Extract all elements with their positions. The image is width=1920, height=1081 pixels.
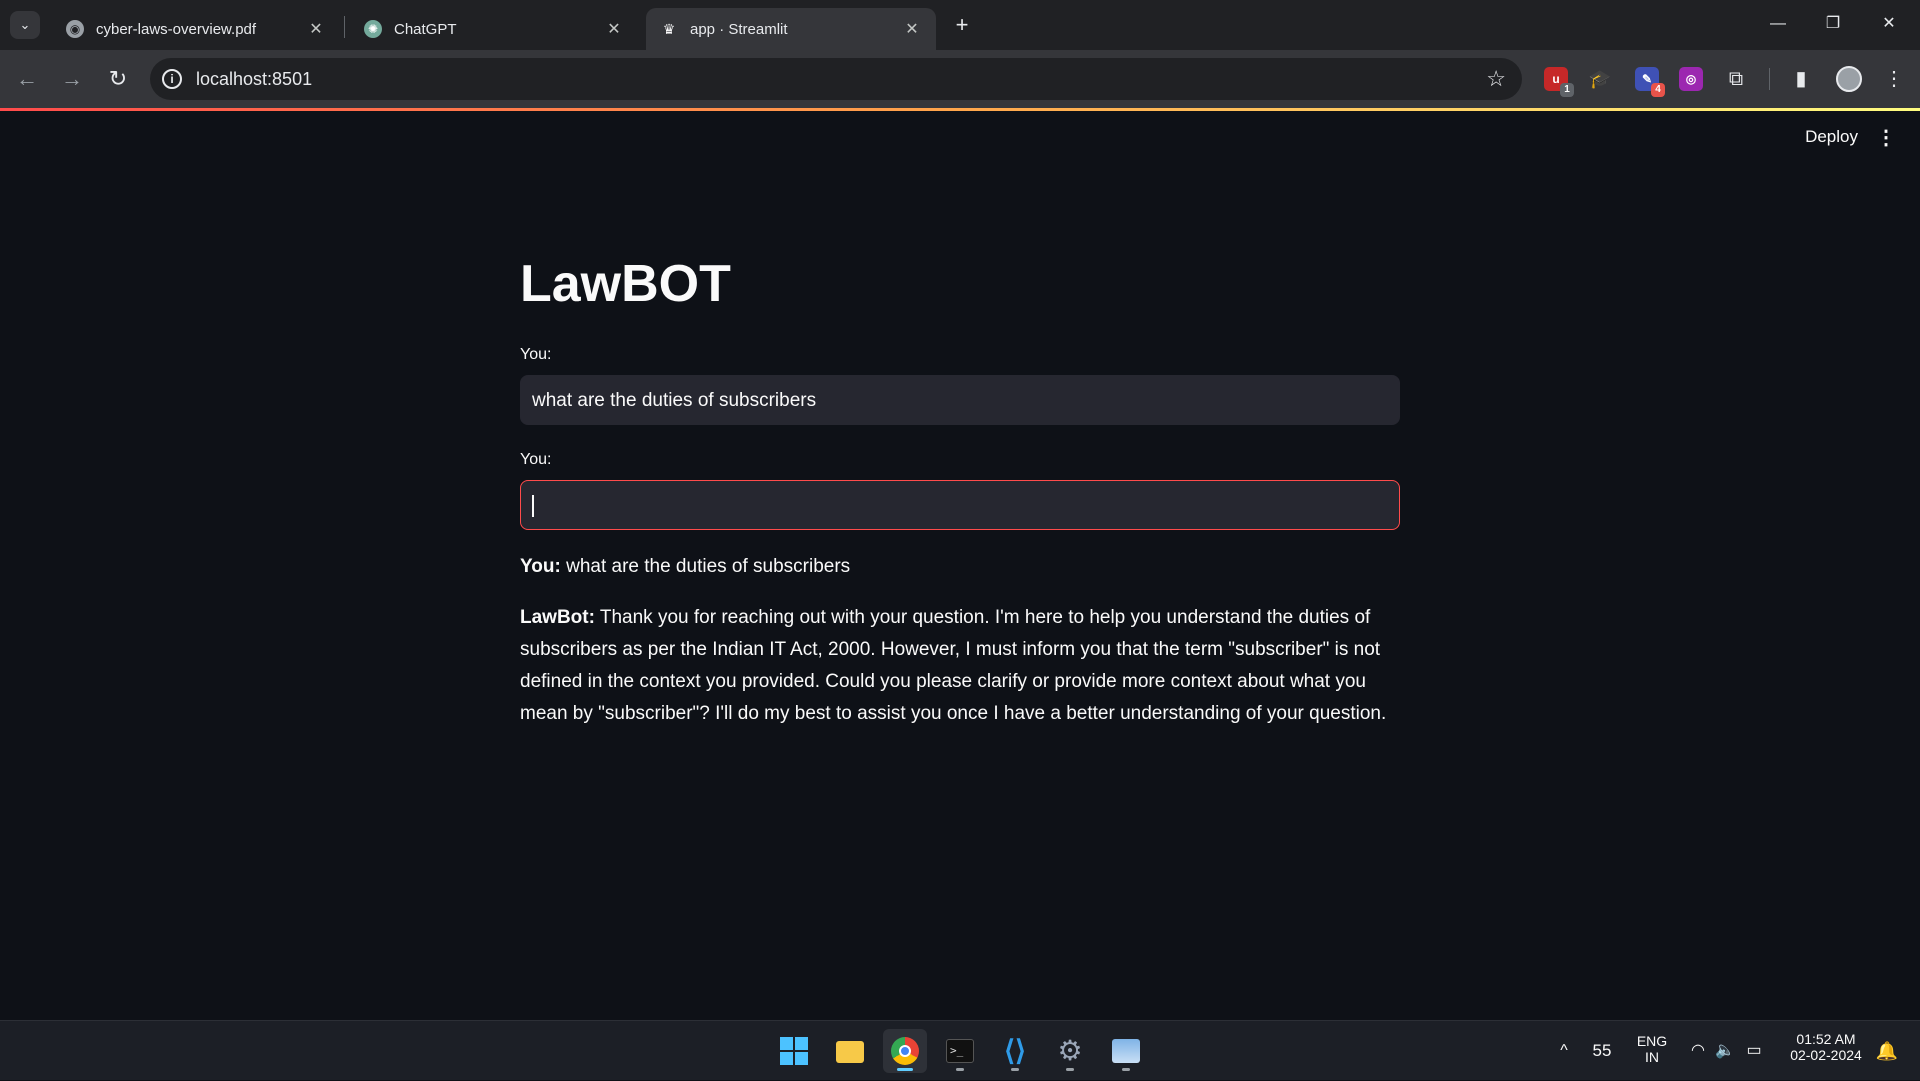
chrome-taskbar-button[interactable]: [883, 1029, 927, 1073]
clock-date: 02-02-2024: [1790, 1047, 1862, 1063]
back-icon[interactable]: ←: [12, 64, 42, 94]
tab-separator: [344, 16, 345, 38]
windows-taskbar: >_ ⟨⟩ ⚙ ^ 55 ENG IN ◠ 🔈 ▭ 01:52 AM 02-02…: [0, 1020, 1920, 1080]
photos-button[interactable]: [1104, 1029, 1148, 1073]
input2-label: You:: [520, 451, 552, 468]
close-icon[interactable]: ✕: [902, 19, 922, 39]
language-indicator[interactable]: ENG IN: [1627, 1033, 1677, 1073]
battery-icon[interactable]: ▭: [1742, 1021, 1766, 1081]
bot-message-prefix: LawBot:: [520, 607, 595, 628]
streamlit-crown-icon: ♛: [662, 21, 676, 37]
running-indicator: [897, 1068, 913, 1071]
extension-blue-icon[interactable]: ✎ 4: [1635, 67, 1665, 97]
running-indicator: [1066, 1068, 1074, 1071]
browser-toolbar: ← → ↻ i localhost:8501 ☆ u1 🎓 ✎ 4 ◎ ⧉ ▮ ⋮: [0, 50, 1920, 108]
region-code: IN: [1645, 1049, 1659, 1065]
running-indicator: [1122, 1068, 1130, 1071]
streamlit-app: Deploy ⋮ LawBOT You: what are the duties…: [0, 111, 1920, 1020]
new-tab-button[interactable]: +: [948, 11, 976, 39]
running-indicator: [956, 1068, 964, 1071]
windows-logo-icon: [780, 1037, 808, 1065]
close-icon[interactable]: ✕: [306, 19, 326, 39]
extension-blue-badge: 4: [1651, 83, 1665, 97]
tab-cyber-laws-pdf[interactable]: ◉ cyber-laws-overview.pdf ✕: [52, 8, 340, 50]
close-icon[interactable]: ✕: [604, 19, 624, 39]
previous-question-input[interactable]: what are the duties of subscribers: [520, 375, 1400, 425]
extension-purple-icon[interactable]: ◎: [1679, 67, 1703, 91]
user-message-text: what are the duties of subscribers: [560, 556, 851, 577]
reload-icon[interactable]: ↻: [103, 64, 133, 94]
main-menu-icon[interactable]: ⋮: [1876, 125, 1896, 150]
page-title: LawBOT: [520, 255, 731, 313]
clock[interactable]: 01:52 AM 02-02-2024: [1780, 1031, 1872, 1071]
chatgpt-icon: ✺: [364, 20, 382, 38]
browser-tabstrip: ⌄ ◉ cyber-laws-overview.pdf ✕ ✺ ChatGPT …: [0, 0, 1920, 50]
show-hidden-icons-chevron-icon[interactable]: ^: [1551, 1021, 1577, 1081]
input1-label: You:: [520, 346, 552, 363]
user-message: You: what are the duties of subscribers: [520, 551, 1400, 583]
language-code: ENG: [1636, 1033, 1668, 1049]
profile-avatar[interactable]: [1836, 66, 1862, 92]
input1-value: what are the duties of subscribers: [532, 390, 817, 411]
side-panel-icon[interactable]: ▮: [1786, 64, 1816, 94]
url-text[interactable]: localhost:8501: [196, 69, 312, 90]
address-bar[interactable]: i localhost:8501 ☆: [150, 58, 1522, 100]
toolbar-separator: [1769, 68, 1770, 90]
tab-search-dropdown[interactable]: ⌄: [10, 11, 40, 39]
settings-button[interactable]: ⚙: [1048, 1029, 1092, 1073]
restore-button[interactable]: ❐: [1810, 8, 1856, 40]
bookmark-star-icon[interactable]: ☆: [1486, 66, 1506, 92]
globe-icon: ◉: [66, 20, 84, 38]
folder-icon: [836, 1041, 864, 1063]
bot-message: LawBot: Thank you for reaching out with …: [520, 602, 1400, 730]
chrome-icon: [891, 1037, 919, 1065]
tab-title: cyber-laws-overview.pdf: [96, 20, 257, 38]
clock-time: 01:52 AM: [1796, 1031, 1856, 1047]
ublock-badge: 1: [1560, 83, 1574, 97]
close-window-button[interactable]: ✕: [1866, 8, 1912, 40]
minimize-button[interactable]: —: [1755, 8, 1801, 40]
running-indicator: [1011, 1068, 1019, 1071]
bot-message-text: Thank you for reaching out with your que…: [520, 607, 1387, 724]
site-info-icon[interactable]: i: [162, 69, 182, 89]
chrome-menu-icon[interactable]: ⋮: [1879, 64, 1909, 94]
gear-icon: ⚙: [1057, 1035, 1083, 1066]
extensions-puzzle-icon[interactable]: ⧉: [1721, 64, 1751, 94]
question-input[interactable]: [520, 480, 1400, 530]
terminal-button[interactable]: >_: [938, 1029, 982, 1073]
start-button[interactable]: [772, 1029, 816, 1073]
temperature-readout[interactable]: 55: [1587, 1021, 1617, 1081]
terminal-icon: >_: [946, 1039, 974, 1063]
tab-title: app · Streamlit: [690, 20, 788, 38]
photos-icon: [1112, 1039, 1140, 1063]
wifi-icon[interactable]: ◠: [1687, 1021, 1709, 1081]
user-message-prefix: You:: [520, 556, 561, 577]
ublock-icon[interactable]: u1: [1544, 67, 1574, 97]
volume-icon[interactable]: 🔈: [1714, 1021, 1736, 1081]
forward-icon[interactable]: →: [57, 64, 87, 94]
deploy-button[interactable]: Deploy: [1805, 127, 1858, 147]
tab-streamlit[interactable]: ♛ app · Streamlit ✕: [646, 8, 936, 50]
text-caret: [532, 495, 534, 517]
vscode-button[interactable]: ⟨⟩: [993, 1029, 1037, 1073]
hat-icon[interactable]: 🎓: [1588, 67, 1612, 91]
notification-bell-icon[interactable]: 🔔: [1874, 1021, 1900, 1081]
vscode-icon: ⟨⟩: [1004, 1035, 1026, 1066]
tab-chatgpt[interactable]: ✺ ChatGPT ✕: [350, 8, 638, 50]
tab-title: ChatGPT: [394, 20, 457, 38]
file-explorer-button[interactable]: [828, 1029, 872, 1073]
